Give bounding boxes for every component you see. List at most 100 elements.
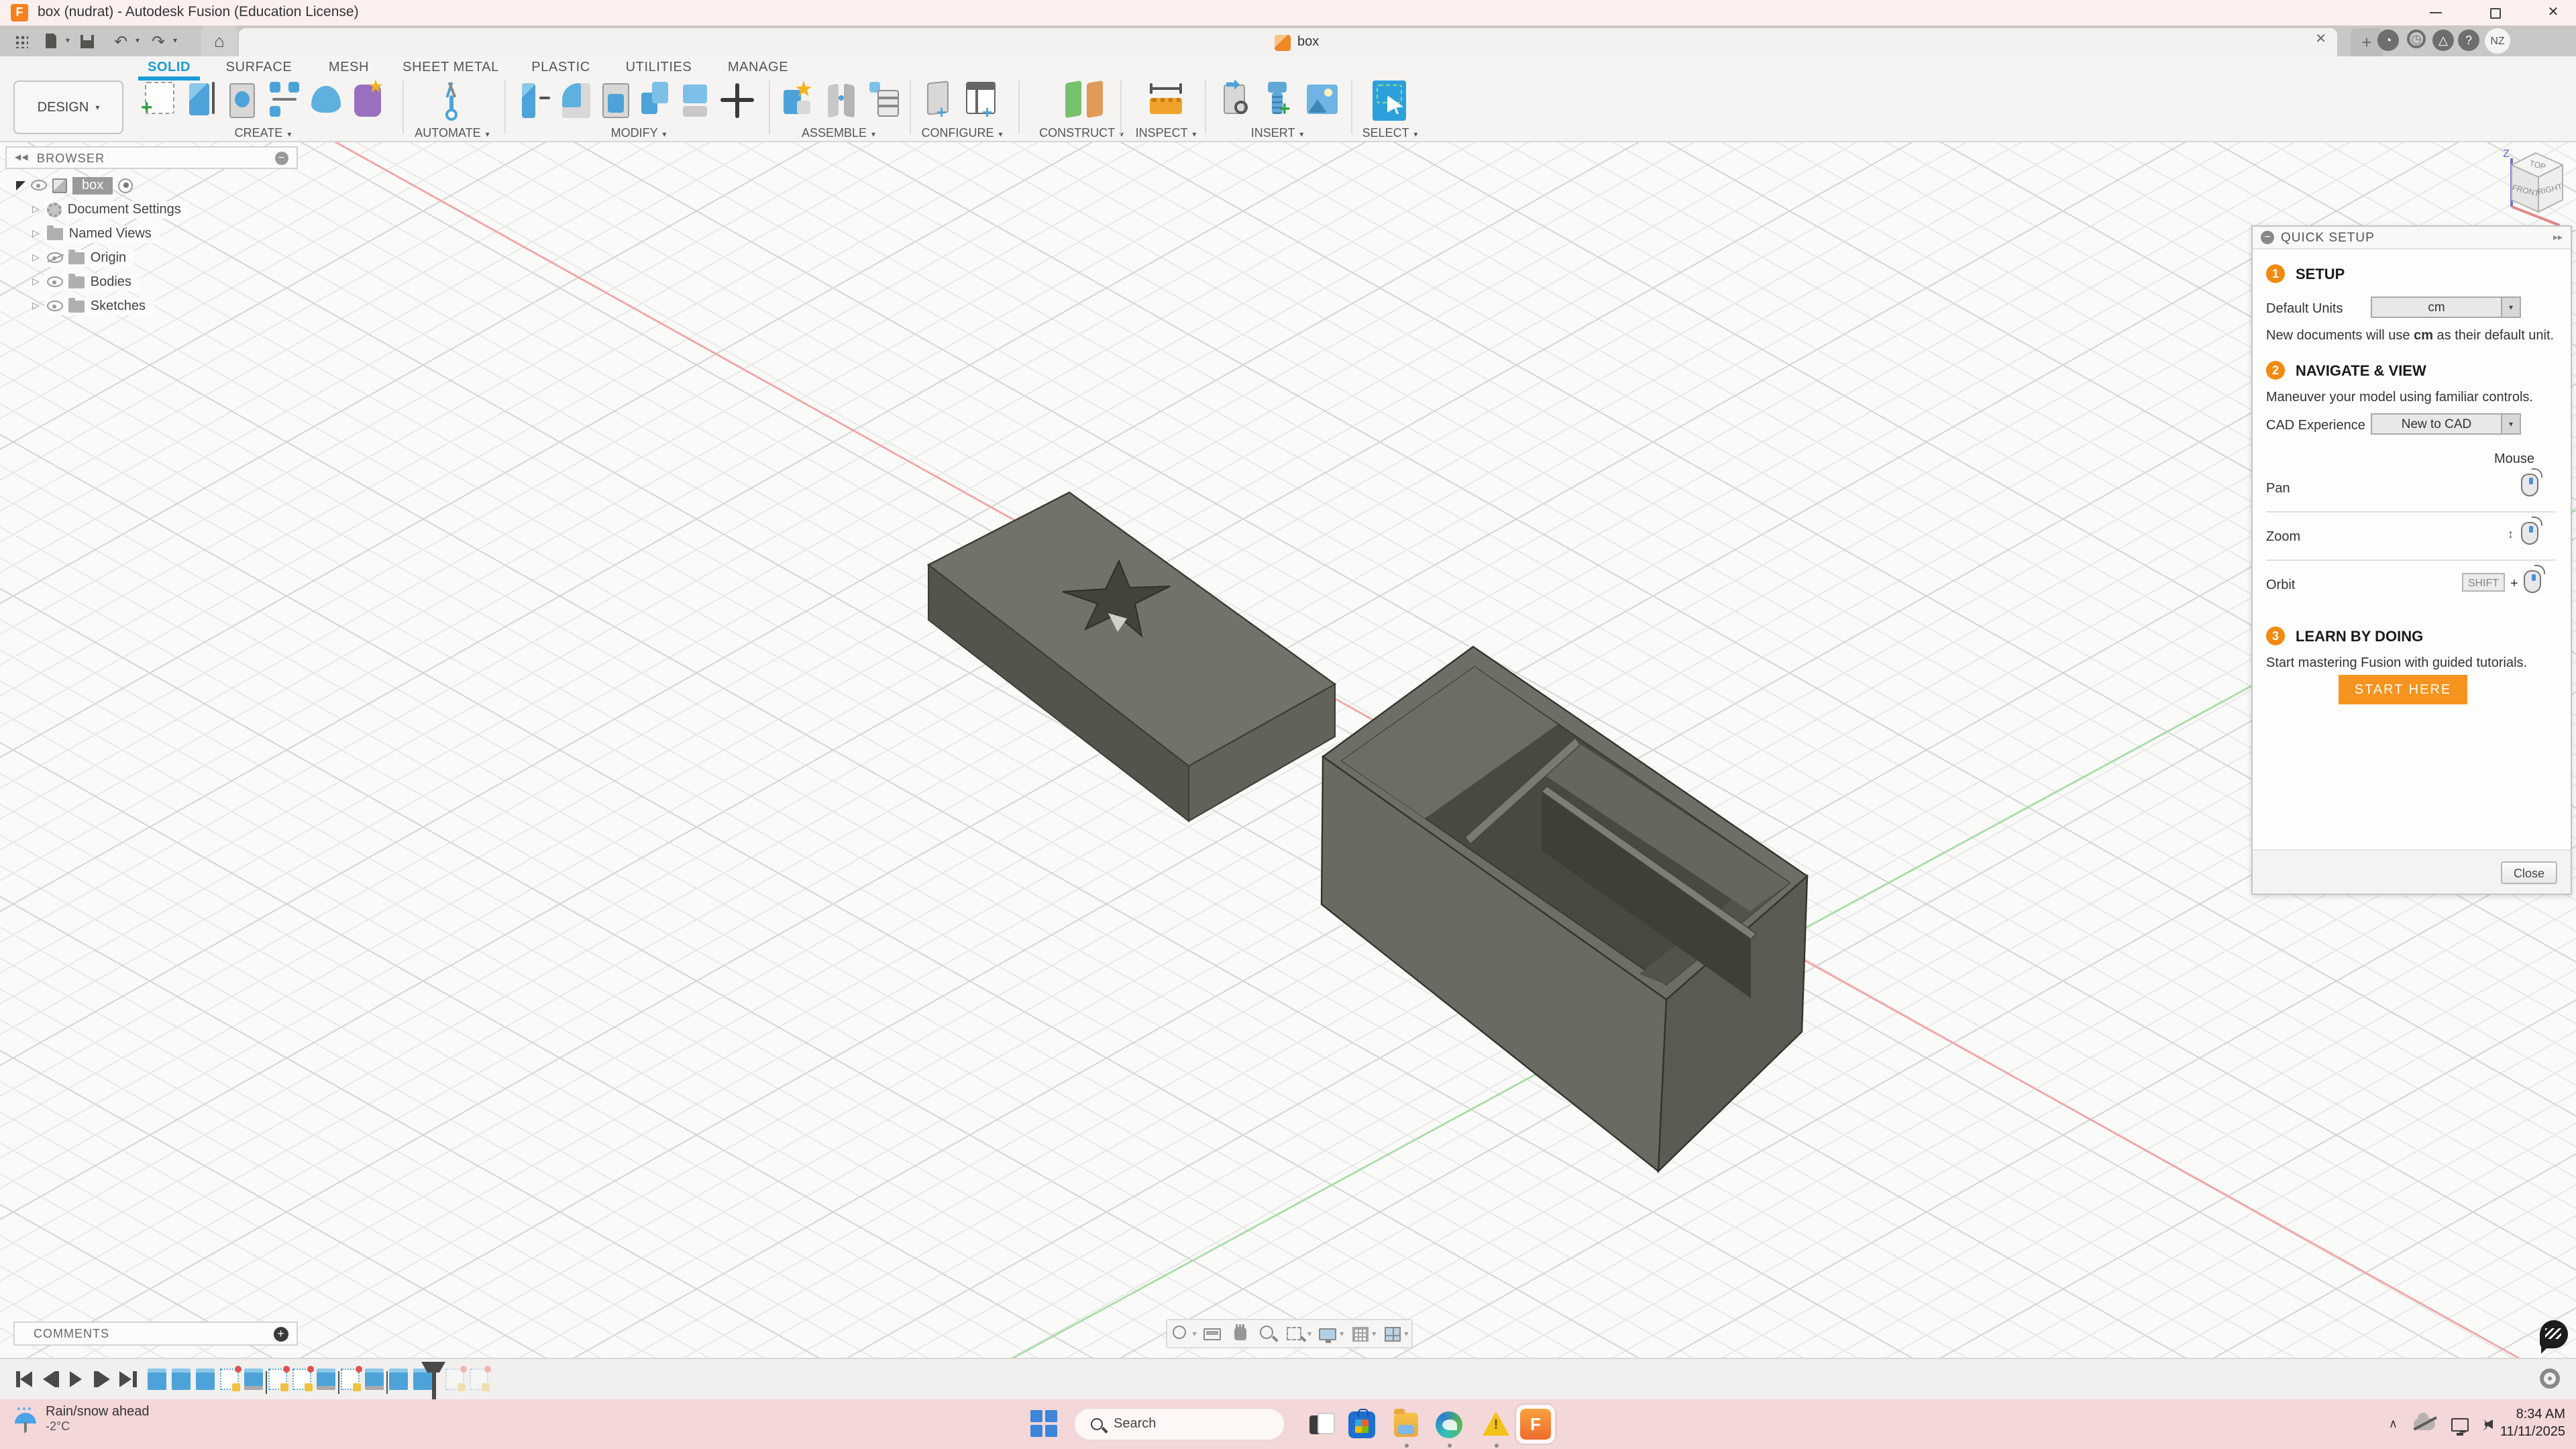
extensions-button[interactable]: ◔ [2377,30,2399,51]
feedback-bubble-button[interactable] [2540,1320,2568,1348]
pan-tool-button[interactable] [1230,1324,1252,1343]
construct-plane-button[interactable] [1060,79,1119,123]
undo-button[interactable]: ↶▾ [107,25,140,56]
tab-solid[interactable]: SOLID [148,60,191,75]
weather-widget[interactable]: Rain/snow ahead -2°C [13,1405,150,1433]
tab-surface[interactable]: SURFACE [226,60,292,75]
measure-button[interactable] [1148,79,1186,123]
microsoft-store-button[interactable] [1347,1410,1377,1440]
taskbar-search[interactable]: Search [1073,1407,1285,1441]
expand-icon[interactable]: ▷ [32,276,40,287]
expand-icon[interactable] [16,180,25,190]
minimize-button[interactable] [2415,0,2455,25]
document-tab-box[interactable]: box ✕ [239,28,2337,56]
browser-item-named-views[interactable]: ▷ Named Views [32,223,160,244]
browser-root-label[interactable]: box [72,176,113,194]
panel-minimize-icon[interactable]: − [2261,231,2274,244]
file-menu-button[interactable]: ▾ [38,25,70,56]
dropdown-caret-icon[interactable]: ▾ [2501,298,2520,317]
insert-canvas-button[interactable] [1304,79,1342,123]
browser-item-sketches[interactable]: ▷ Sketches [32,295,154,317]
collapse-browser-icon[interactable]: ◀◀ [15,153,29,162]
workspace-selector[interactable]: DESIGN ▾ [13,80,123,134]
browser-item-bodies[interactable]: ▷ Bodies [32,271,140,292]
timeline-playhead[interactable] [432,1363,436,1399]
cad-experience-dropdown[interactable]: New to CAD ▾ [2371,413,2521,435]
volume-button[interactable] [2485,1419,2487,1430]
shell-button[interactable] [598,79,636,123]
viewports-button[interactable] [1382,1324,1403,1343]
group-inspect[interactable]: INSPECT ▾ [1136,126,1197,140]
timeline-feature-sketch[interactable] [268,1368,287,1390]
display-caret-icon[interactable]: ▾ [1340,1329,1344,1338]
expand-icon[interactable]: ▷ [32,228,40,239]
configure-button[interactable]: + [923,79,961,123]
zoom-window-button[interactable] [1285,1324,1307,1343]
zoom-window-caret-icon[interactable]: ▾ [1307,1329,1311,1338]
browser-minimize-icon[interactable]: − [275,151,288,164]
timeline-feature-sketch[interactable] [341,1368,360,1390]
file-explorer-button[interactable] [1391,1410,1421,1440]
visibility-eye-icon[interactable] [31,180,47,191]
group-automate[interactable]: AUTOMATE ▾ [415,126,489,140]
display-settings-button[interactable] [1318,1324,1339,1343]
task-view-button[interactable] [1307,1410,1336,1440]
document-tab-close-icon[interactable]: ✕ [2315,32,2326,47]
timeline-feature-extrude[interactable] [365,1368,384,1390]
extrude-button[interactable] [184,79,221,123]
group-create[interactable]: CREATE ▾ [235,126,292,140]
help-button[interactable]: ? [2458,30,2479,51]
box-body[interactable] [1322,647,1807,1171]
taskbar-clock[interactable]: 8:34 AM 11/11/2025 [2500,1406,2565,1441]
activate-radio-icon[interactable] [118,178,133,193]
timeline-play-button[interactable] [67,1370,86,1389]
default-units-dropdown[interactable]: cm ▾ [2371,297,2521,318]
edge-browser-button[interactable] [1434,1410,1464,1440]
viewports-caret-icon[interactable]: ▾ [1404,1329,1408,1338]
insert-fastener-button[interactable]: + [1261,79,1299,123]
view-cube[interactable]: TOP FRONT RIGHT Z X [2493,148,2576,236]
hole-button[interactable] [225,79,263,123]
timeline-feature-sketch-suppressed[interactable] [470,1368,488,1390]
start-here-button[interactable]: START HERE [2339,675,2467,704]
notifications-button[interactable]: △ [2432,30,2454,51]
insert-derive-button[interactable] [1218,79,1256,123]
expand-icon[interactable]: ▷ [32,204,40,215]
expand-icon[interactable]: ▷ [32,252,40,263]
comments-panel[interactable]: COMMENTS + [13,1322,298,1346]
close-button[interactable]: ✕ [2533,0,2573,25]
group-configure[interactable]: CONFIGURE ▾ [921,126,1002,140]
visibility-eye-off-icon[interactable] [48,252,64,263]
new-component-button[interactable] [781,79,818,123]
timeline-step-back-button[interactable] [42,1370,60,1389]
lid-body[interactable] [928,492,1335,821]
fusion-taskbar-button[interactable]: F [1516,1405,1555,1444]
hidden-icons-chevron[interactable]: ∧ [2389,1417,2398,1432]
combine-button[interactable] [639,79,676,123]
automate-button[interactable] [433,79,471,123]
look-at-button[interactable] [1203,1324,1224,1343]
start-button[interactable] [1030,1410,1057,1437]
group-construct[interactable]: CONSTRUCT ▾ [1039,126,1124,140]
timeline-settings-gear-icon[interactable] [2540,1368,2560,1389]
zoom-tool-button[interactable] [1258,1324,1279,1343]
timeline-feature-box[interactable] [196,1368,215,1390]
pattern-button[interactable] [267,79,305,123]
timeline-feature-sketch[interactable] [292,1368,311,1390]
home-view-button[interactable]: ⌂ [201,25,237,56]
network-icon[interactable] [2451,1417,2469,1431]
component-list-button[interactable] [867,79,904,123]
add-comment-icon[interactable]: + [274,1326,288,1341]
save-button[interactable] [74,25,101,56]
pcb-button[interactable] [350,79,388,123]
tab-manage[interactable]: MANAGE [728,60,788,75]
visibility-eye-icon[interactable] [48,301,64,311]
timeline-step-forward-button[interactable] [93,1370,111,1389]
restore-button[interactable] [2475,0,2516,25]
onedrive-offline-icon[interactable] [2414,1418,2435,1430]
browser-root-row[interactable]: box [16,174,133,196]
browser-item-origin[interactable]: ▷ Origin [32,247,134,268]
alert-app-button[interactable]: ! [1481,1410,1511,1440]
orbit-tool-button[interactable] [1171,1324,1192,1343]
job-status-button[interactable]: ◷ [2407,30,2426,48]
